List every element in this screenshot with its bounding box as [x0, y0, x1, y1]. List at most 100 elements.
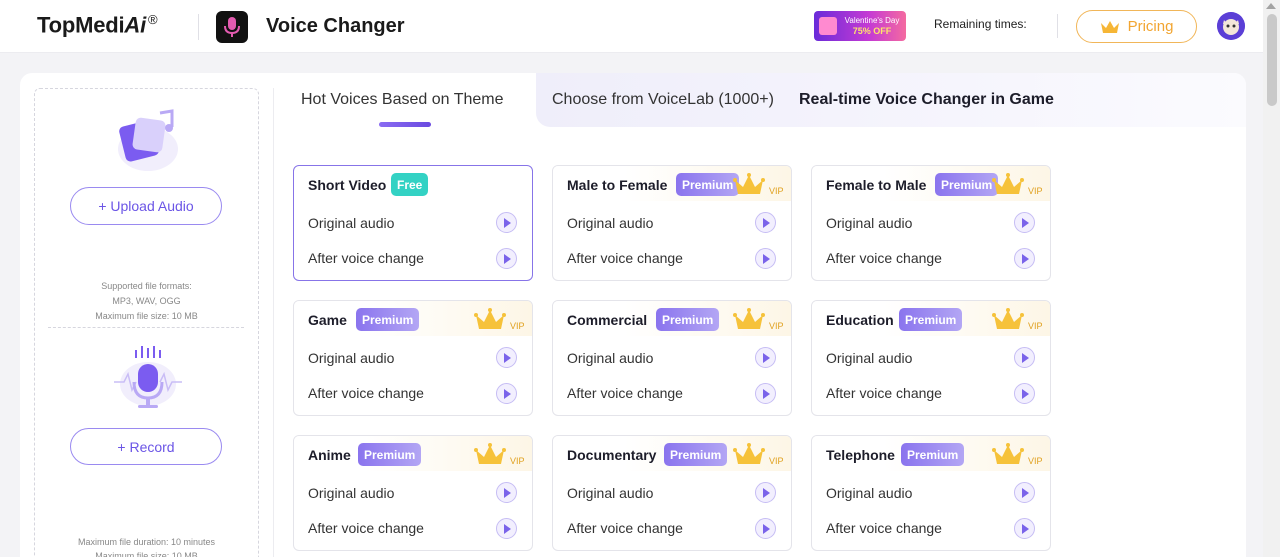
free-badge: Free [391, 173, 429, 196]
premium-badge: Premium [935, 173, 999, 196]
play-original-button[interactable] [755, 212, 776, 233]
play-after-change-button[interactable] [1014, 518, 1035, 539]
play-original-button[interactable] [1014, 212, 1035, 233]
premium-badge: Premium [901, 443, 965, 466]
svg-text:VIP: VIP [1028, 321, 1043, 331]
play-original-button[interactable] [1014, 482, 1035, 503]
supported-formats-note: Supported file formats: MP3, WAV, OGG Ma… [34, 279, 259, 324]
upload-audio-button[interactable]: + Upload Audio [70, 187, 222, 225]
voice-card-documentary[interactable]: Documentary Premium VIP Original audio After… [552, 435, 792, 551]
vip-crown-icon: VIP [733, 442, 785, 468]
after-change-label: After voice change [567, 250, 683, 266]
svg-text:VIP: VIP [769, 456, 784, 466]
formats-heading: Supported file formats: [101, 281, 192, 291]
vip-crown-icon: VIP [733, 307, 785, 333]
play-original-button[interactable] [755, 482, 776, 503]
tab-voicelab[interactable]: Choose from VoiceLab (1000+) [552, 91, 774, 109]
original-audio-label: Original audio [826, 350, 913, 366]
voice-card-title: Male to Female [567, 177, 668, 193]
voice-card-telephone[interactable]: Telephone Premium VIP Original audio After v… [811, 435, 1051, 551]
voice-card-title: Anime [308, 447, 351, 463]
svg-text:VIP: VIP [769, 186, 784, 196]
gift-icon [819, 17, 837, 35]
vip-crown-icon: VIP [474, 442, 526, 468]
voice-card-title: Female to Male [826, 177, 927, 193]
after-change-label: After voice change [308, 385, 424, 401]
voice-card-title: Game [308, 312, 347, 328]
after-change-label: After voice change [826, 250, 942, 266]
vip-crown-icon: VIP [992, 307, 1044, 333]
promo-line-1: Valentine's Day [844, 16, 900, 25]
app-title: Voice Changer [266, 15, 405, 37]
record-microphone-icon [114, 346, 182, 408]
svg-text:VIP: VIP [1028, 456, 1043, 466]
audio-file-icon [118, 109, 178, 171]
svg-text:VIP: VIP [769, 321, 784, 331]
original-audio-label: Original audio [567, 215, 654, 231]
play-original-button[interactable] [496, 212, 517, 233]
premium-badge: Premium [358, 443, 422, 466]
play-original-button[interactable] [1014, 347, 1035, 368]
voice-card-commercial[interactable]: Commercial Premium VIP Original audio After … [552, 300, 792, 416]
play-after-change-button[interactable] [1014, 383, 1035, 404]
voice-card-education[interactable]: Education Premium VIP Original audio After v… [811, 300, 1051, 416]
play-original-button[interactable] [496, 347, 517, 368]
after-change-label: After voice change [826, 520, 942, 536]
voice-card-title: Documentary [567, 447, 657, 463]
svg-text:VIP: VIP [1028, 186, 1043, 196]
remaining-times-label: Remaining times: [934, 17, 1027, 31]
topmediai-logo[interactable]: TopMediAi ® [37, 12, 158, 38]
valentines-promo-banner[interactable]: Valentine's Day 75% OFF [814, 11, 906, 41]
original-audio-label: Original audio [308, 485, 395, 501]
voice-card-male-to-female[interactable]: Male to Female Premium VIP Original audio Af… [552, 165, 792, 281]
header-divider [198, 14, 199, 40]
play-after-change-button[interactable] [755, 248, 776, 269]
premium-badge: Premium [356, 308, 420, 331]
play-original-button[interactable] [496, 482, 517, 503]
max-file-size: Maximum file size: 10 MB [95, 551, 198, 557]
play-after-change-button[interactable] [496, 383, 517, 404]
scrollbar-thumb[interactable] [1267, 14, 1277, 106]
vertical-divider [273, 88, 274, 557]
premium-badge: Premium [899, 308, 963, 331]
play-after-change-button[interactable] [496, 518, 517, 539]
microphone-icon [216, 11, 248, 43]
header-divider [1057, 14, 1058, 38]
crown-icon [1100, 20, 1119, 33]
svg-text:VIP: VIP [510, 456, 525, 466]
after-change-label: After voice change [567, 385, 683, 401]
vip-crown-icon: VIP [733, 172, 785, 198]
original-audio-label: Original audio [308, 350, 395, 366]
original-audio-label: Original audio [826, 485, 913, 501]
vip-crown-icon: VIP [474, 307, 526, 333]
original-audio-label: Original audio [567, 350, 654, 366]
max-duration: Maximum file duration: 10 minutes [77, 537, 216, 547]
voice-card-anime[interactable]: Anime Premium VIP Original audio After voice… [293, 435, 533, 551]
tab-hot-voices[interactable]: Hot Voices Based on Theme [301, 91, 504, 109]
top-header: TopMediAi ® Voice Changer Valentine's Day… [0, 0, 1280, 53]
play-after-change-button[interactable] [1014, 248, 1035, 269]
tab-realtime-game[interactable]: Real-time Voice Changer in Game [799, 91, 1054, 109]
after-change-label: After voice change [826, 385, 942, 401]
play-original-button[interactable] [755, 347, 776, 368]
scroll-up-arrow[interactable] [1266, 3, 1276, 9]
max-file-size: Maximum file size: 10 MB [95, 311, 198, 321]
play-after-change-button[interactable] [755, 518, 776, 539]
voice-card-game[interactable]: Game Premium VIP Original audio After voice … [293, 300, 533, 416]
play-after-change-button[interactable] [496, 248, 517, 269]
vip-crown-icon: VIP [992, 442, 1044, 468]
voice-card-title: Telephone [826, 447, 895, 463]
pricing-label: Pricing [1127, 18, 1174, 35]
voice-card-female-to-male[interactable]: Female to Male Premium VIP Original audio Af… [811, 165, 1051, 281]
voice-card-title: Education [826, 312, 894, 328]
original-audio-label: Original audio [826, 215, 913, 231]
pricing-button[interactable]: Pricing [1076, 10, 1197, 43]
avatar-icon[interactable] [1217, 12, 1245, 40]
record-button[interactable]: + Record [70, 428, 222, 465]
record-limits-note: Maximum file duration: 10 minutes Maximu… [34, 535, 259, 557]
voice-card-short-video[interactable]: Short Video Free Original audio After voice… [293, 165, 533, 281]
after-change-label: After voice change [308, 250, 424, 266]
original-audio-label: Original audio [567, 485, 654, 501]
play-after-change-button[interactable] [755, 383, 776, 404]
premium-badge: Premium [656, 308, 720, 331]
